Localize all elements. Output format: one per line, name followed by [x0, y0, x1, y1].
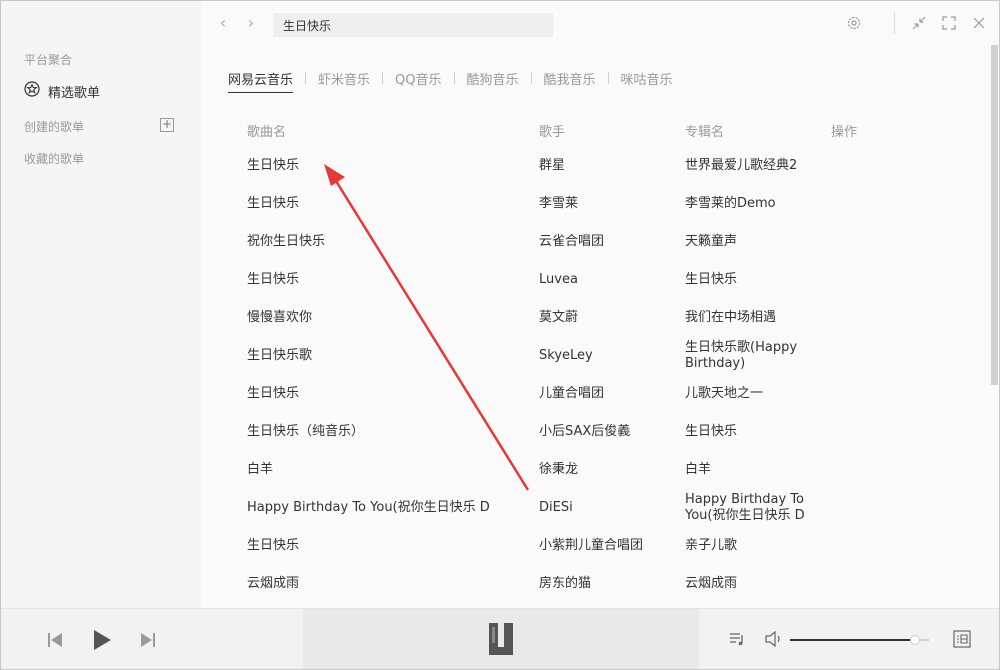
album-name: 生日快乐	[685, 272, 738, 287]
header-artist: 歌手	[539, 125, 566, 140]
tab-divider	[530, 72, 532, 84]
song-name: 慢慢喜欢你	[247, 310, 313, 325]
player-bar	[1, 608, 999, 669]
album-name: 白羊	[685, 462, 712, 477]
artist-name: 房东的猫	[539, 576, 592, 591]
table-header: 歌曲名 歌手 专辑名 操作	[247, 122, 947, 144]
sidebar-section-platform: 平台聚合	[24, 53, 73, 67]
tab-platform[interactable]: QQ音乐	[395, 69, 441, 92]
song-name: 云烟成雨	[247, 576, 300, 591]
tab-platform[interactable]: 虾米音乐	[318, 69, 370, 92]
play-icon[interactable]	[92, 629, 112, 655]
tab-platform[interactable]: 咪咕音乐	[621, 69, 673, 92]
album-name: 生日快乐	[685, 424, 738, 439]
song-name: 生日快乐（纯音乐）	[247, 424, 365, 439]
forward-arrow-icon[interactable]: ›	[244, 14, 258, 32]
table-row[interactable]: 云烟成雨 房东的猫 云烟成雨	[247, 565, 947, 603]
next-track-icon[interactable]	[140, 631, 156, 653]
header-song: 歌曲名	[247, 125, 287, 140]
table-row[interactable]: 慢慢喜欢你 莫文蔚 我们在中场相遇	[247, 299, 947, 337]
song-name: 生日快乐	[247, 272, 300, 287]
app-window: 平台聚合 精选歌单 创建的歌单 + 收藏的歌单 ‹ › 生日快乐 网易云音乐 虾…	[0, 0, 1000, 670]
song-name: 生日快乐	[247, 196, 300, 211]
tab-platform[interactable]: 酷狗音乐	[467, 69, 519, 92]
header-action: 操作	[831, 125, 858, 140]
search-input[interactable]	[273, 13, 553, 37]
song-table: 歌曲名 歌手 专辑名 操作 生日快乐 群星 世界最爱儿歌经典2 生日快乐 李雪莱 李雪莱的…	[247, 122, 947, 591]
album-name: 生日快乐歌(Happy Birthday)	[685, 340, 798, 371]
album-name: 儿歌天地之一	[685, 386, 764, 401]
artist-name: DiESi	[539, 500, 573, 515]
platform-tabs: 网易云音乐 虾米音乐 QQ音乐 酷狗音乐 酷我音乐 咪咕音乐	[228, 69, 673, 93]
album-name: 我们在中场相遇	[685, 310, 777, 325]
sidebar-item-label: 精选歌单	[48, 85, 101, 101]
volume-icon[interactable]	[765, 630, 783, 651]
tab-divider	[607, 72, 609, 84]
header-album: 专辑名	[685, 125, 725, 140]
tab-divider	[382, 72, 384, 84]
scrollbar[interactable]	[991, 45, 998, 385]
volume-slider-handle[interactable]	[910, 635, 920, 645]
lyrics-icon[interactable]	[953, 630, 971, 652]
song-name: 生日快乐	[247, 158, 300, 173]
album-name: Happy Birthday To You(祝你生日快乐 D	[685, 492, 805, 523]
artist-name: 小后SAX后俊義	[539, 424, 631, 439]
table-row[interactable]: 生日快乐 小紫荆儿童合唱团 亲子儿歌	[247, 527, 947, 565]
plus-box-icon[interactable]: +	[160, 118, 174, 132]
star-circle-icon	[24, 81, 40, 101]
tab-divider	[453, 72, 455, 84]
previous-track-icon[interactable]	[47, 631, 63, 653]
table-row[interactable]: Happy Birthday To You(祝你生日快乐 D DiESi Happy…	[247, 489, 947, 527]
album-cover	[489, 623, 513, 655]
artist-name: 小紫荆儿童合唱团	[539, 538, 644, 553]
minimize-icon[interactable]	[911, 15, 927, 31]
main-panel: ‹ › 网易云音乐 虾米音乐 QQ音乐 酷狗音乐 酷我音乐 咪咕音乐 歌曲名 歌手 专辑名	[201, 1, 999, 608]
sidebar-section-collected: 收藏的歌单	[24, 152, 85, 166]
table-row[interactable]: 白羊 徐秉龙 白羊	[247, 451, 947, 489]
now-playing-area[interactable]	[303, 609, 699, 669]
artist-name: 莫文蔚	[539, 310, 579, 325]
song-name: Happy Birthday To You(祝你生日快乐 D	[247, 500, 490, 515]
fullscreen-icon[interactable]	[941, 15, 957, 31]
volume-slider-fill[interactable]	[790, 639, 915, 641]
song-name: 白羊	[247, 462, 274, 477]
back-arrow-icon[interactable]: ‹	[216, 14, 230, 32]
table-row[interactable]: 生日快乐 Luvea 生日快乐	[247, 261, 947, 299]
table-row[interactable]: 生日快乐（纯音乐） 小后SAX后俊義 生日快乐	[247, 413, 947, 451]
album-name: 天籁童声	[685, 234, 738, 249]
artist-name: 李雪莱	[539, 196, 579, 211]
close-icon[interactable]	[971, 15, 987, 31]
artist-name: Luvea	[539, 272, 578, 287]
artist-name: 群星	[539, 158, 566, 173]
table-row[interactable]: 生日快乐 群星 世界最爱儿歌经典2	[247, 147, 947, 185]
sidebar-item-featured-playlists[interactable]: 精选歌单	[24, 81, 100, 101]
song-name: 祝你生日快乐	[247, 234, 326, 249]
artist-name: 云雀合唱团	[539, 234, 605, 249]
toolbar-divider	[894, 12, 895, 34]
album-name: 云烟成雨	[685, 576, 738, 591]
song-name: 生日快乐	[247, 538, 300, 553]
album-name: 世界最爱儿歌经典2	[685, 158, 798, 173]
table-row[interactable]: 生日快乐 儿童合唱团 儿歌天地之一	[247, 375, 947, 413]
album-name: 李雪莱的Demo	[685, 196, 776, 211]
tab-divider	[305, 72, 307, 84]
artist-name: 儿童合唱团	[539, 386, 605, 401]
song-name: 生日快乐	[247, 386, 300, 401]
table-row[interactable]: 生日快乐歌 SkyeLey 生日快乐歌(Happy Birthday)	[247, 337, 947, 375]
table-row[interactable]: 祝你生日快乐 云雀合唱团 天籁童声	[247, 223, 947, 261]
playlist-icon[interactable]	[729, 631, 745, 651]
song-name: 生日快乐歌	[247, 348, 313, 363]
tab-platform[interactable]: 酷我音乐	[544, 69, 596, 92]
sidebar: 平台聚合 精选歌单 创建的歌单 + 收藏的歌单	[1, 1, 201, 608]
tab-platform[interactable]: 网易云音乐	[228, 69, 294, 93]
album-name: 亲子儿歌	[685, 538, 738, 553]
artist-name: SkyeLey	[539, 348, 593, 363]
topbar: ‹ ›	[201, 1, 999, 47]
table-row[interactable]: 生日快乐 李雪莱 李雪莱的Demo	[247, 185, 947, 223]
settings-icon[interactable]	[846, 15, 862, 31]
artist-name: 徐秉龙	[539, 462, 579, 477]
sidebar-section-created: 创建的歌单	[24, 120, 85, 134]
